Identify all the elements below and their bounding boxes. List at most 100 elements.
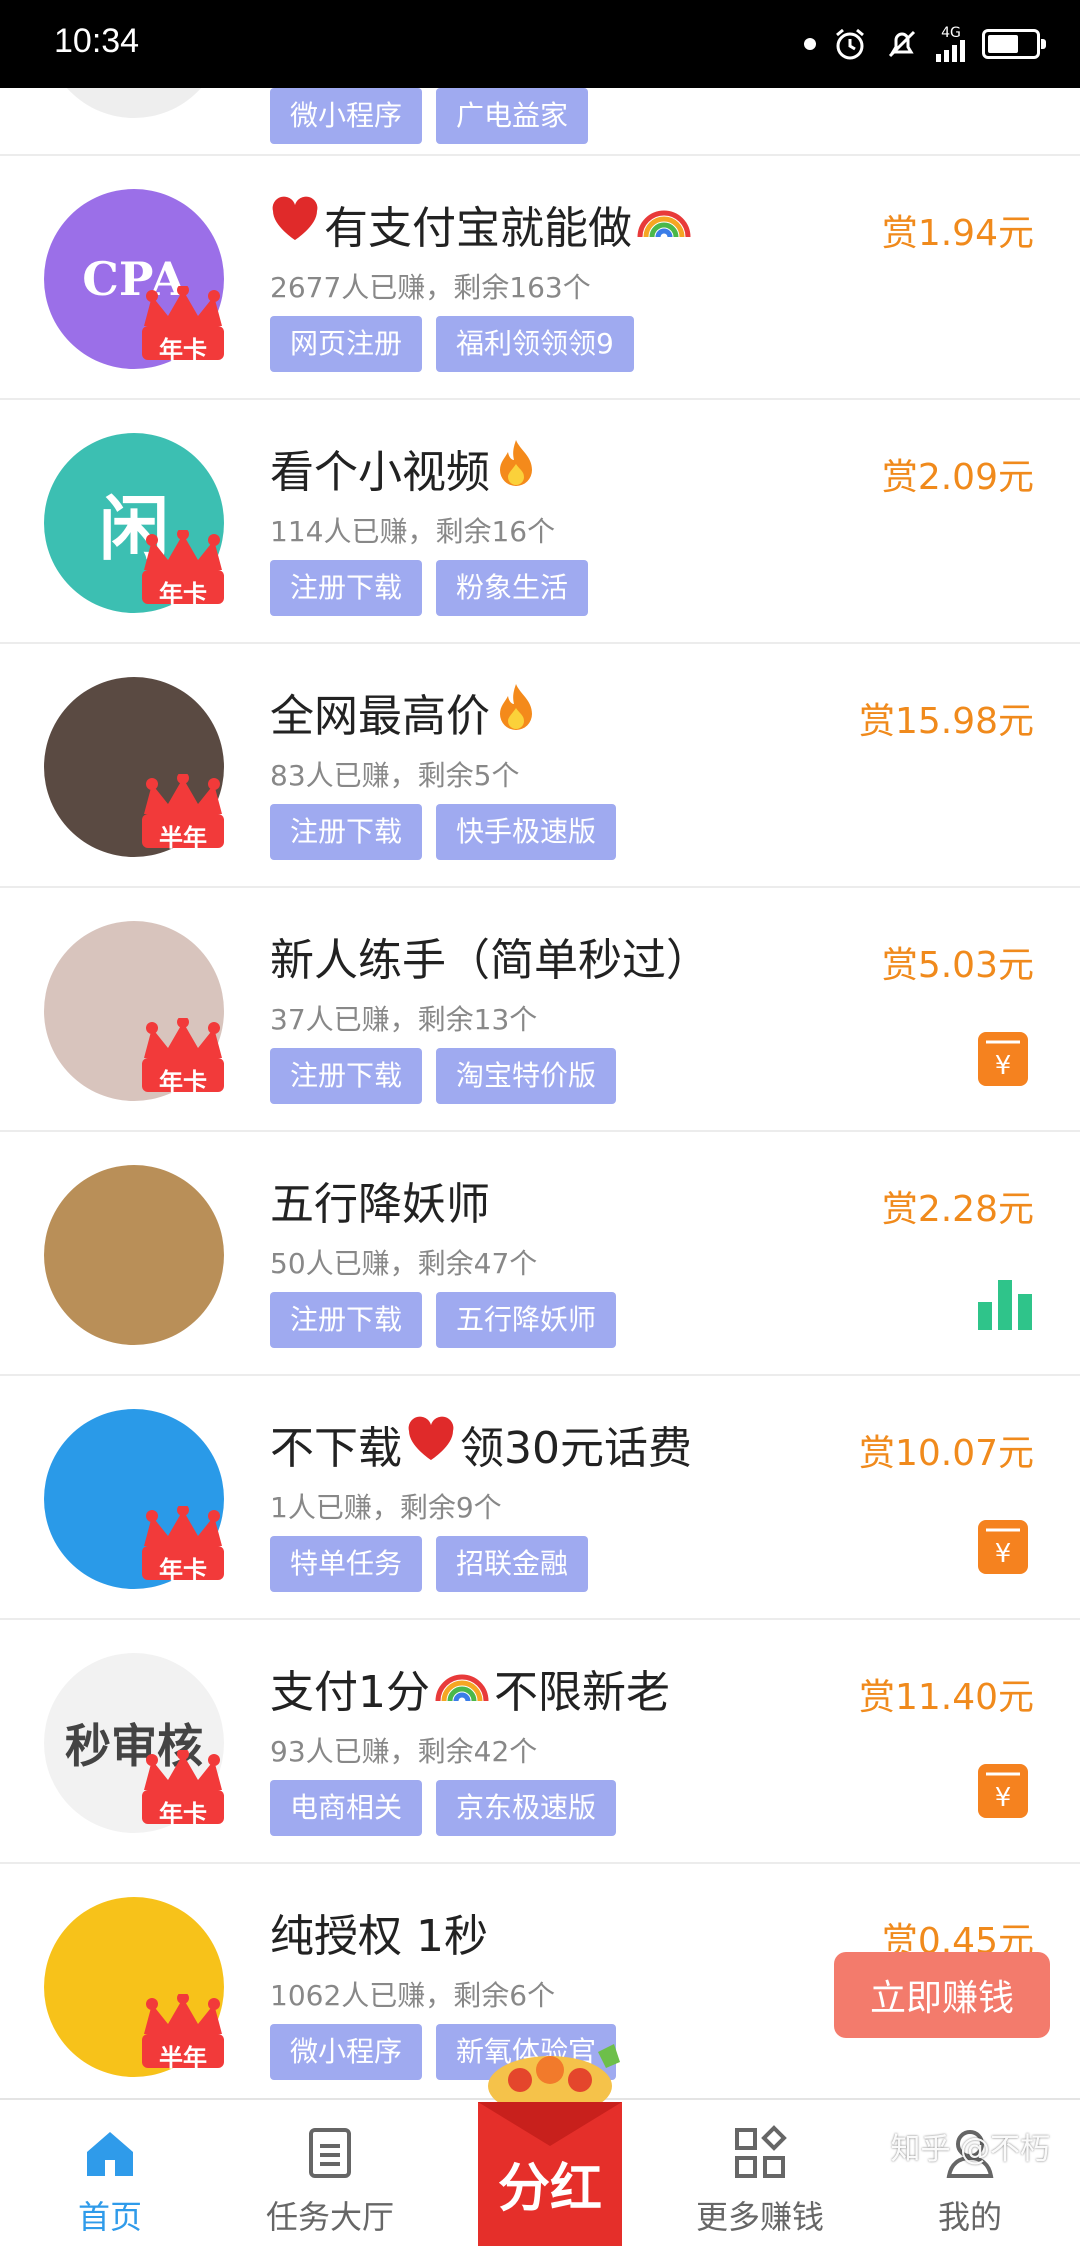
fire-icon — [494, 682, 538, 743]
task-tag: 广电益家 — [436, 88, 589, 144]
svg-text:¥: ¥ — [995, 1539, 1012, 1569]
status-icons: 4G — [804, 20, 1046, 68]
task-tags: 网页注册 福利领领领9 — [270, 316, 634, 372]
task-tag: 注册下载 — [270, 560, 423, 616]
task-tag: 特单任务 — [270, 1536, 423, 1592]
membership-crown-badge: 年卡 — [138, 528, 228, 608]
task-title-tail: 领30元话费 — [460, 1423, 692, 1474]
badge-label: 年卡 — [159, 1068, 207, 1096]
tab-label: 首页 — [77, 2198, 142, 2236]
task-reward: 赏11.40元 — [858, 1677, 1034, 1718]
task-tag: 电商相关 — [270, 1780, 423, 1836]
task-tag: 招联金融 — [436, 1536, 589, 1592]
task-stats: 114人已赚，剩余16个 — [270, 515, 556, 548]
task-tags: 电商相关 京东极速版 — [270, 1780, 617, 1836]
task-row[interactable]: CPA 年卡 有支付宝就能做 2677人已赚，剩余163个 网页注册 福利领领领9 赏1.9… — [0, 156, 1080, 400]
status-time: 10:34 — [54, 22, 140, 60]
membership-crown-badge: 年卡 — [138, 284, 228, 364]
earn-now-button[interactable]: 立即赚钱 — [834, 1952, 1050, 2038]
task-title-text: 五行降妖师 — [270, 1179, 490, 1230]
avatar — [44, 88, 224, 118]
watermark: 知乎 @不朽 — [890, 2132, 1050, 2167]
task-reward: 赏2.09元 — [881, 457, 1034, 498]
membership-crown-badge: 年卡 — [138, 1748, 228, 1828]
battery-icon — [982, 29, 1046, 59]
task-list[interactable]: 微小程序 广电益家 CPA 年卡 有支付宝就能做 2677人已赚，剩余163个 网页注册… — [0, 88, 1080, 2098]
task-avatar — [44, 1165, 224, 1345]
wallet-yuan-icon: ¥ — [976, 1516, 1030, 1576]
membership-crown-badge: 半年 — [138, 772, 228, 852]
task-tag: 网页注册 — [270, 316, 423, 372]
task-tag: 注册下载 — [270, 804, 423, 860]
task-title-text: 纯授权 1秒 — [270, 1911, 488, 1962]
task-stats: 83人已赚，剩余5个 — [270, 759, 520, 792]
task-reward: 赏5.03元 — [881, 945, 1034, 986]
membership-crown-badge: 年卡 — [138, 1504, 228, 1584]
task-list-icon — [309, 2128, 351, 2178]
task-title-text: 不下载 — [270, 1423, 402, 1474]
task-tag: 淘宝特价版 — [436, 1048, 617, 1104]
dividend-label: 分红 — [497, 2159, 602, 2219]
heart-icon — [406, 1416, 456, 1473]
task-reward: 赏2.28元 — [881, 1189, 1034, 1230]
tab-task-hall[interactable]: 任务大厅 — [230, 2100, 430, 2246]
dividend-button[interactable]: 分红 — [470, 2040, 630, 2246]
tab-more-earn[interactable]: 更多赚钱 — [660, 2100, 860, 2246]
task-title-tail: 不限新老 — [494, 1667, 670, 1718]
tab-mine[interactable]: 我的 — [870, 2100, 1070, 2246]
task-title: 全网最高价 — [270, 680, 538, 744]
task-title: 五行降妖师 — [270, 1168, 490, 1232]
wallet-yuan-icon: ¥ — [976, 1760, 1030, 1820]
badge-label: 年卡 — [159, 336, 207, 364]
tab-home[interactable]: 首页 — [10, 2100, 210, 2246]
task-stats: 37人已赚，剩余13个 — [270, 1003, 538, 1036]
task-tag: 京东极速版 — [436, 1780, 617, 1836]
bar-chart-icon — [976, 1272, 1032, 1332]
task-stats: 2677人已赚，剩余163个 — [270, 271, 591, 304]
tab-label: 更多赚钱 — [695, 2198, 824, 2236]
task-tags: 注册下载 快手极速版 — [270, 804, 617, 860]
task-row[interactable]: 秒审核 年卡 支付1分 不限新老 93人已赚，剩余42个 电商相关 京东极速版 赏11.40元… — [0, 1620, 1080, 1864]
task-title: 有支付宝就能做 — [270, 192, 692, 256]
alarm-clock-icon — [836, 28, 864, 60]
fire-icon — [494, 438, 538, 499]
task-tag: 五行降妖师 — [436, 1292, 617, 1348]
task-tags: 注册下载 五行降妖师 — [270, 1292, 617, 1348]
task-title: 新人练手（简单秒过） — [270, 924, 710, 988]
badge-label: 年卡 — [159, 580, 207, 608]
task-reward: 赏1.94元 — [881, 213, 1034, 254]
task-stats: 93人已赚，剩余42个 — [270, 1735, 538, 1768]
task-row[interactable]: 半年 全网最高价 83人已赚，剩余5个 注册下载 快手极速版 赏15.98元 — [0, 644, 1080, 888]
task-tags: 特单任务 招联金融 — [270, 1536, 589, 1592]
membership-crown-badge: 半年 — [138, 1992, 228, 2072]
task-tag: 快手极速版 — [436, 804, 617, 860]
grid-apps-icon — [735, 2125, 787, 2178]
task-row-partial[interactable]: 微小程序 广电益家 — [0, 88, 1080, 156]
tab-label: 我的 — [937, 2198, 1002, 2236]
task-tag: 注册下载 — [270, 1048, 423, 1104]
task-row[interactable]: 闲年卡 看个小视频 114人已赚，剩余16个 注册下载 粉象生活 赏2.09元 — [0, 400, 1080, 644]
task-tags: 微小程序 广电益家 — [270, 88, 589, 144]
notification-dot-icon — [804, 38, 816, 50]
task-row[interactable]: 年卡 不下载 领30元话费 1人已赚，剩余9个 特单任务 招联金融 赏10.07元 ¥ — [0, 1376, 1080, 1620]
task-tag: 微小程序 — [270, 2024, 423, 2080]
badge-label: 年卡 — [159, 1800, 207, 1828]
badge-label: 半年 — [159, 824, 207, 852]
membership-crown-badge: 年卡 — [138, 1016, 228, 1096]
task-title-text: 有支付宝就能做 — [324, 203, 632, 254]
task-title-text: 新人练手（简单秒过） — [270, 935, 710, 986]
task-tag: 福利领领领9 — [436, 316, 634, 372]
wallet-yuan-icon: ¥ — [976, 1028, 1030, 1088]
signal-icon: 4G — [936, 26, 966, 62]
tab-label: 任务大厅 — [265, 2198, 394, 2236]
task-tag: 注册下载 — [270, 1292, 423, 1348]
task-stats: 50人已赚，剩余47个 — [270, 1247, 538, 1280]
task-stats: 1人已赚，剩余9个 — [270, 1491, 502, 1524]
task-row[interactable]: 年卡 新人练手（简单秒过） 37人已赚，剩余13个注册下载 淘宝特价版 赏5.03元 ¥ — [0, 888, 1080, 1132]
badge-label: 年卡 — [159, 1556, 207, 1584]
home-icon — [87, 2132, 133, 2176]
task-stats: 1062人已赚，剩余6个 — [270, 1979, 556, 2012]
task-row[interactable]: 五行降妖师 50人已赚，剩余47个 注册下载 五行降妖师 赏2.28元 — [0, 1132, 1080, 1376]
task-title: 看个小视频 — [270, 436, 538, 500]
task-title-text: 看个小视频 — [270, 447, 490, 498]
